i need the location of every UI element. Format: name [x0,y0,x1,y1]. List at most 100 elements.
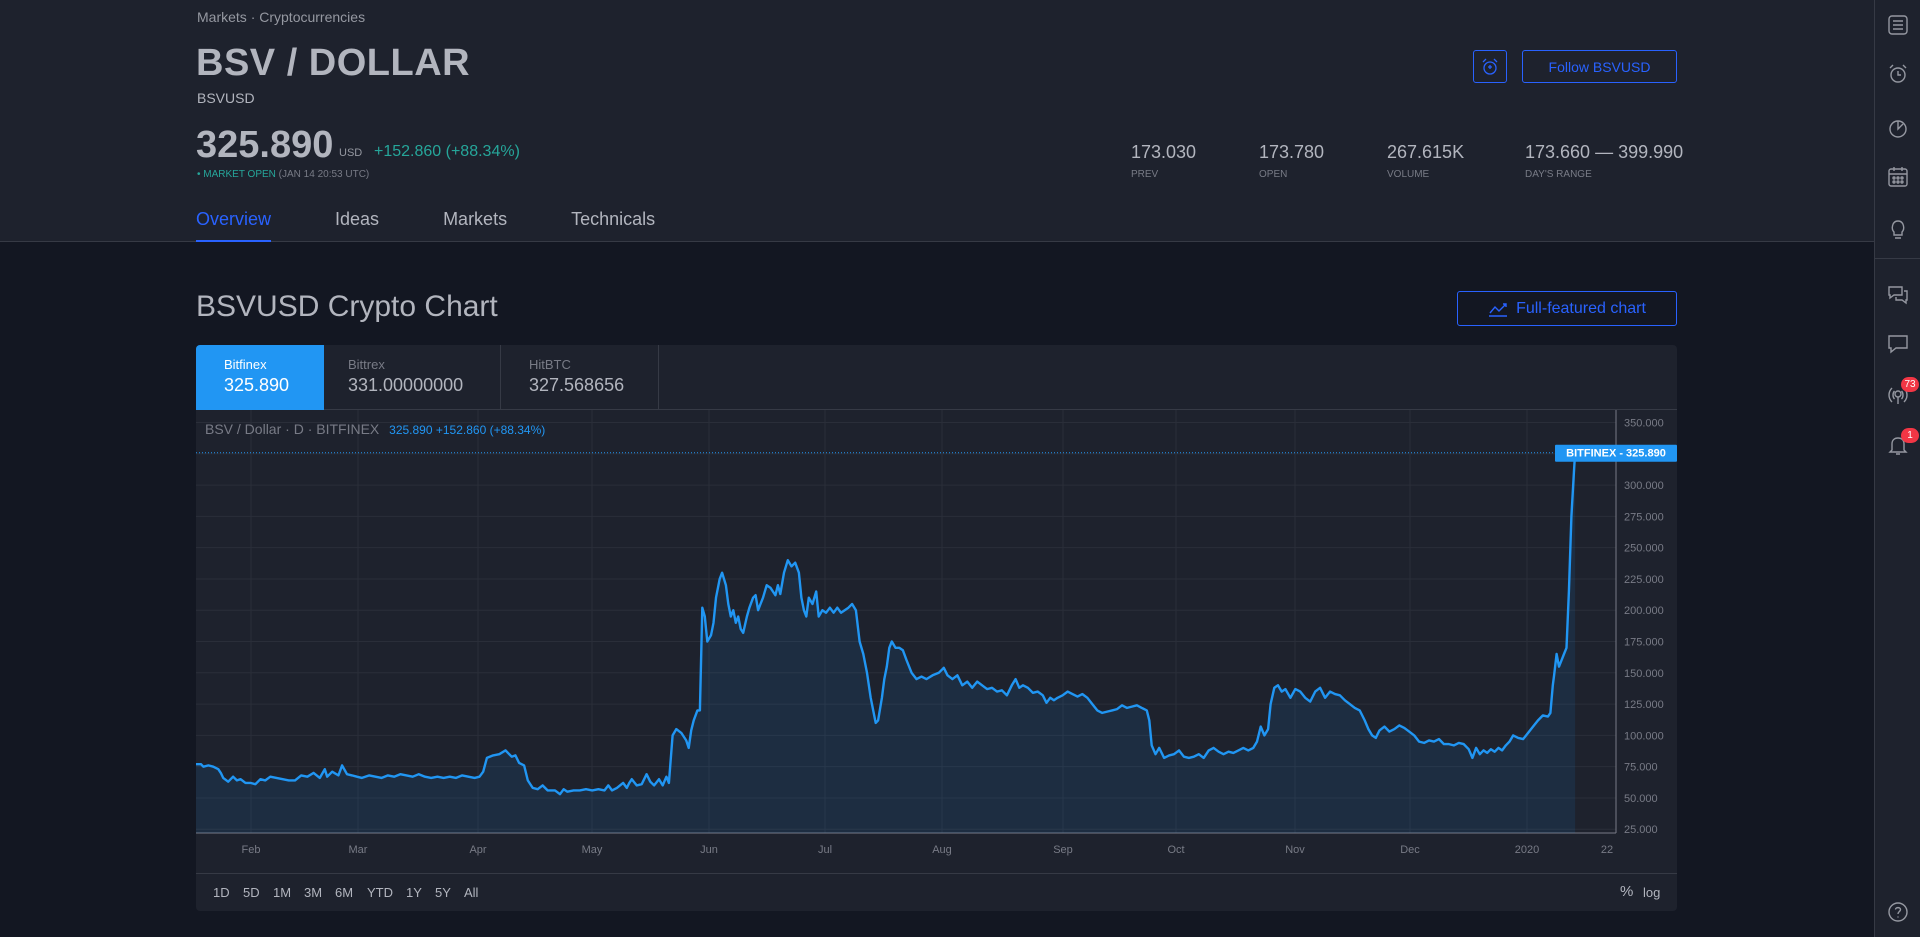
range-ytd-button[interactable]: YTD [367,885,393,900]
y-tick-label: 125.000 [1624,699,1664,711]
sidebar-divider [1875,258,1920,259]
exchange-price: 331.00000000 [348,375,464,395]
y-tick-label: 25.000 [1624,824,1658,836]
stat-value: 267.615K [1387,142,1465,162]
y-tick-label: 200.000 [1624,605,1664,617]
x-tick-label: Aug [932,844,952,856]
stat-value: 173.660 — 399.990 [1525,142,1684,162]
exchange-name: HitBTC [529,357,571,372]
x-tick-label: Apr [469,844,486,856]
right-sidebar: 73 1 [1874,0,1920,937]
chart-legend-values: 325.890 +152.860 (+88.34%) [389,423,546,437]
stat-open: 173.780 OPEN [1259,142,1324,180]
price-currency: USD [339,147,363,159]
y-tick-label: 150.000 [1624,668,1664,680]
chart-line-icon [1489,302,1508,317]
x-tick-label: Nov [1285,844,1305,856]
symbol-code: BSVUSD [197,90,255,106]
y-tick-label: 50.000 [1624,793,1658,805]
y-tick-label: 100.000 [1624,730,1664,742]
price-change: +152.860 (+88.34%) [374,143,520,160]
stat-days-range: 173.660 — 399.990 DAY'S RANGE [1525,142,1683,180]
x-tick-label: Mar [349,844,368,856]
exchange-name: Bittrex [348,357,385,372]
chat-bubble-icon[interactable] [1886,332,1910,356]
range-6m-button[interactable]: 6M [335,885,353,900]
last-price-tag-label: BITFINEX - 325.890 [1566,448,1666,460]
x-tick-label: Jun [700,844,718,856]
watchlist-icon[interactable] [1886,13,1910,37]
x-tick-label: 2020 [1515,844,1539,856]
chart-legend-symbol: BSV / Dollar · D · BITFINEX [205,421,380,437]
exchange-price: 327.568656 [529,375,625,395]
help-icon[interactable] [1886,900,1910,924]
x-tick-label: 22 [1601,844,1613,856]
range-5d-button[interactable]: 5D [243,885,260,900]
stat-prev: 173.030 PREV [1131,142,1196,180]
stat-value: 173.780 [1259,142,1325,162]
breadcrumb-separator: · [250,9,256,25]
full-featured-chart-button[interactable]: Full-featured chart [1457,291,1677,326]
breadcrumb-markets[interactable]: Markets [197,9,247,25]
y-tick-label: 350.000 [1624,418,1664,430]
add-alert-button[interactable] [1473,50,1507,83]
tab-overview[interactable]: Overview [196,209,272,242]
chart-legend: BSV / Dollar · D · BITFINEX 325.890 +152… [205,421,545,437]
follow-button[interactable]: Follow BSVUSD [1522,50,1677,83]
data-window-icon[interactable] [1886,116,1910,140]
y-tick-label: 225.000 [1624,574,1664,586]
page-title: BSV / DOLLAR [196,42,471,84]
exchange-tab-hitbtc[interactable]: HitBTC 327.568656 [501,345,659,410]
symbol-header: Markets · Cryptocurrencies BSV / DOLLAR … [0,0,1874,242]
ideas-badge: 73 [1901,377,1919,392]
tab-ideas[interactable]: Ideas [335,209,379,242]
percent-scale-button[interactable]: % [1620,883,1633,900]
market-status-time: (JAN 14 20:53 UTC) [278,169,370,180]
x-tick-label: Dec [1400,844,1420,856]
time-range-bar: 1D 5D 1M 3M 6M YTD 1Y 5Y All % log [196,873,1677,911]
exchange-tabs: Bitfinex 325.890 Bittrex 331.00000000 Hi… [196,345,1677,410]
breadcrumb: Markets · Cryptocurrencies [197,9,365,25]
lightbulb-icon[interactable] [1886,217,1910,241]
exchange-tab-bitfinex[interactable]: Bitfinex 325.890 [196,345,324,410]
range-3m-button[interactable]: 3M [304,885,322,900]
notifications-badge: 1 [1901,428,1919,443]
range-1y-button[interactable]: 1Y [406,885,422,900]
y-tick-label: 250.000 [1624,543,1664,555]
tab-technicals[interactable]: Technicals [571,209,655,242]
full-featured-chart-label: Full-featured chart [1516,299,1646,317]
exchange-tab-bittrex[interactable]: Bittrex 331.00000000 [324,345,501,410]
calendar-icon[interactable] [1886,165,1910,189]
symbol-tabs: Overview Ideas Markets Technicals [196,209,719,242]
market-status-label: • MARKET OPEN [197,169,276,180]
x-tick-label: Feb [242,844,261,856]
y-tick-label: 275.000 [1624,511,1664,523]
chart-widget: Bitfinex 325.890 Bittrex 331.00000000 Hi… [196,345,1677,911]
y-tick-label: 175.000 [1624,637,1664,649]
x-tick-label: Oct [1167,844,1184,856]
exchange-name: Bitfinex [224,357,267,372]
chart-section-title: BSVUSD Crypto Chart [196,290,498,323]
price-chart[interactable]: 25.000 50.000 75.000 100.000 125.000 150.000 1… [196,410,1677,873]
stat-label: OPEN [1259,169,1288,180]
range-1d-button[interactable]: 1D [213,885,230,900]
stat-label: PREV [1131,169,1159,180]
alarm-clock-icon [1482,58,1498,75]
stat-label: DAY'S RANGE [1525,169,1592,180]
alarm-clock-icon[interactable] [1886,62,1910,86]
stat-label: VOLUME [1387,169,1430,180]
range-5y-button[interactable]: 5Y [435,885,451,900]
last-price: 325.890 [196,124,334,166]
x-tick-label: May [582,844,603,856]
x-tick-label: Jul [818,844,832,856]
tab-markets[interactable]: Markets [443,209,507,242]
breadcrumb-category[interactable]: Cryptocurrencies [259,9,365,25]
range-all-button[interactable]: All [464,885,478,900]
market-status: • MARKET OPEN (JAN 14 20:53 UTC) [197,169,369,180]
exchange-price: 325.890 [224,375,290,395]
range-1m-button[interactable]: 1M [273,885,291,900]
stat-volume: 267.615K VOLUME [1387,142,1464,180]
chats-icon[interactable] [1886,282,1910,306]
x-tick-label: Sep [1053,844,1073,856]
log-scale-button[interactable]: log [1643,885,1660,900]
